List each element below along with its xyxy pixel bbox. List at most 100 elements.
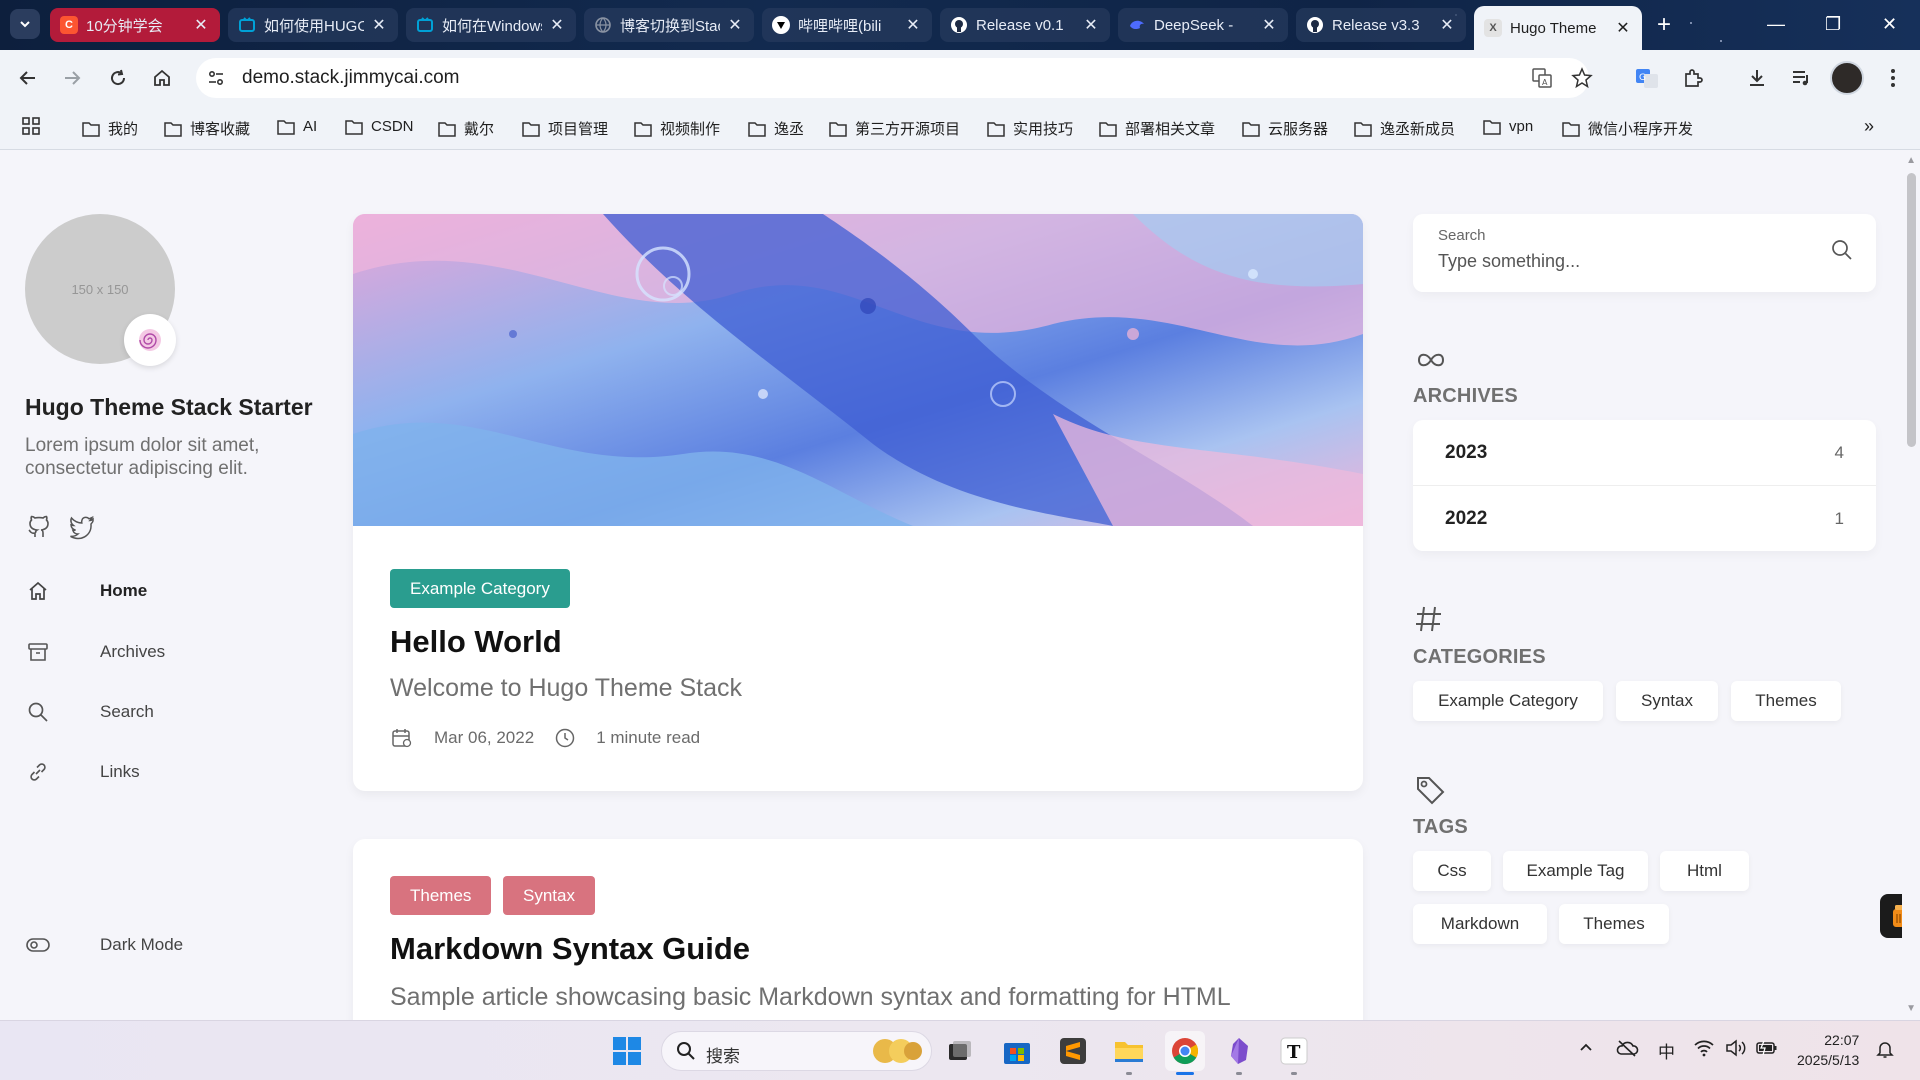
bookmark-item[interactable]: 我的	[82, 118, 138, 139]
tag-chip[interactable]: Markdown	[1413, 904, 1547, 944]
scrollbar-thumb[interactable]	[1907, 173, 1916, 447]
bookmark-item[interactable]: CSDN	[345, 118, 414, 135]
chrome-button[interactable]	[1165, 1031, 1205, 1071]
bookmark-item[interactable]: 第三方开源项目	[829, 118, 960, 139]
chevron-double-right-icon[interactable]: »	[1864, 116, 1874, 137]
bookmark-item[interactable]: AI	[277, 118, 317, 135]
tab-0[interactable]: C 10分钟学会 ✕	[50, 8, 220, 42]
wifi-icon[interactable]	[1693, 1039, 1715, 1057]
bookmark-item[interactable]: 微信小程序开发	[1562, 118, 1693, 139]
system-clock[interactable]: 22:07 2025/5/13	[1797, 1030, 1859, 1070]
menu-item-links[interactable]: Links	[25, 757, 140, 787]
google-translate-extension[interactable]: G	[1634, 65, 1660, 91]
scroll-down-icon[interactable]: ▼	[1906, 1003, 1916, 1014]
twitter-link[interactable]	[68, 513, 98, 543]
close-icon[interactable]: ✕	[1082, 15, 1100, 35]
bookmark-item[interactable]: 博客收藏	[164, 118, 250, 139]
back-button[interactable]	[14, 64, 42, 92]
tag-chip[interactable]: Themes	[1559, 904, 1669, 944]
media-control-button[interactable]	[1788, 65, 1814, 91]
close-icon[interactable]: ✕	[192, 15, 210, 35]
category-badge[interactable]: Example Category	[390, 569, 570, 608]
search-input[interactable]: Type something...	[1438, 251, 1580, 272]
category-chip[interactable]: Syntax	[1616, 681, 1718, 721]
close-icon[interactable]: ✕	[370, 15, 388, 35]
browser-menu-button[interactable]	[1880, 65, 1906, 91]
input-method-indicator[interactable]: 中	[1658, 1038, 1675, 1063]
home-button[interactable]	[148, 64, 176, 92]
bookmark-item[interactable]: 逸丞新成员	[1354, 118, 1455, 139]
file-explorer-button[interactable]	[1111, 1033, 1147, 1069]
bookmark-item[interactable]: 实用技巧	[987, 118, 1073, 139]
forward-button[interactable]	[58, 64, 86, 92]
bookmark-item[interactable]: 戴尔	[438, 118, 494, 139]
tab-1[interactable]: 如何使用HUGO ✕	[228, 8, 398, 42]
bookmark-item[interactable]: 项目管理	[522, 118, 608, 139]
category-chip[interactable]: Themes	[1731, 681, 1841, 721]
github-link[interactable]	[25, 513, 55, 543]
tab-2[interactable]: 如何在Windows ✕	[406, 8, 576, 42]
search-icon[interactable]	[1830, 238, 1854, 262]
profile-avatar[interactable]	[1830, 61, 1864, 95]
tab-3[interactable]: 博客切换到Stack ✕	[584, 8, 754, 42]
start-button[interactable]	[609, 1033, 645, 1069]
category-chip[interactable]: Example Category	[1413, 681, 1603, 721]
address-bar[interactable]: demo.stack.jimmycai.com A	[196, 58, 1593, 98]
site-title[interactable]: Hugo Theme Stack Starter	[25, 394, 313, 421]
bookmark-item[interactable]: 部署相关文章	[1099, 118, 1215, 139]
reload-button[interactable]	[104, 64, 132, 92]
restore-icon[interactable]: ❐	[1825, 14, 1841, 35]
page-scrollbar[interactable]: ▲ ▼	[1902, 151, 1920, 1020]
site-info-icon[interactable]	[206, 68, 226, 88]
post-card-markdown-syntax-guide[interactable]: Themes Syntax Markdown Syntax Guide Samp…	[353, 839, 1363, 1020]
archive-item[interactable]: 2023 4	[1413, 420, 1876, 485]
tab-4[interactable]: 哔哩哔哩(bili ✕	[762, 8, 932, 42]
category-badge[interactable]: Syntax	[503, 876, 595, 915]
extensions-button[interactable]	[1680, 65, 1706, 91]
bookmark-item[interactable]: 视频制作	[634, 118, 720, 139]
new-tab-button[interactable]: +	[1650, 12, 1678, 40]
post-title[interactable]: Hello World	[390, 624, 562, 660]
close-icon[interactable]: ✕	[1614, 18, 1632, 38]
tab-6[interactable]: DeepSeek - ✕	[1118, 8, 1288, 42]
post-card-hello-world[interactable]: Example Category Hello World Welcome to …	[353, 214, 1363, 791]
category-badge[interactable]: Themes	[390, 876, 492, 915]
notification-icon[interactable]	[1875, 1039, 1895, 1059]
archive-item[interactable]: 2022 1	[1413, 486, 1876, 551]
tag-chip[interactable]: Html	[1660, 851, 1749, 891]
onedrive-offline-icon[interactable]	[1615, 1039, 1639, 1057]
post-hero-image[interactable]	[353, 214, 1363, 526]
dark-mode-toggle[interactable]: Dark Mode	[25, 930, 183, 960]
task-view-button[interactable]	[942, 1033, 978, 1069]
minimize-icon[interactable]: —	[1767, 14, 1785, 35]
tag-chip[interactable]: Example Tag	[1503, 851, 1648, 891]
volume-icon[interactable]	[1725, 1039, 1747, 1057]
microsoft-store-button[interactable]	[999, 1033, 1035, 1069]
obsidian-button[interactable]	[1221, 1033, 1257, 1069]
bookmark-item[interactable]: 逸丞	[748, 118, 804, 139]
close-icon[interactable]: ✕	[1260, 15, 1278, 35]
bookmark-item[interactable]: 云服务器	[1242, 118, 1328, 139]
translate-icon[interactable]: A	[1531, 67, 1553, 89]
close-icon[interactable]: ✕	[726, 15, 744, 35]
bookmark-item[interactable]: vpn	[1483, 118, 1533, 135]
close-window-icon[interactable]: ✕	[1882, 14, 1897, 35]
downloads-button[interactable]	[1744, 65, 1770, 91]
close-icon[interactable]: ✕	[1438, 15, 1456, 35]
chevron-up-icon[interactable]	[1578, 1039, 1594, 1055]
menu-item-archives[interactable]: Archives	[25, 637, 165, 667]
battery-charging-icon[interactable]	[1755, 1039, 1779, 1057]
scroll-up-icon[interactable]: ▲	[1906, 155, 1916, 166]
sublime-text-button[interactable]	[1055, 1033, 1091, 1069]
menu-item-home[interactable]: Home	[25, 576, 147, 606]
tab-search-button[interactable]	[10, 9, 40, 39]
star-icon[interactable]	[1571, 67, 1593, 89]
search-widget[interactable]: Search Type something...	[1413, 214, 1876, 292]
tab-8-active[interactable]: X Hugo Theme ✕	[1474, 6, 1642, 50]
tag-chip[interactable]: Css	[1413, 851, 1491, 891]
menu-item-search[interactable]: Search	[25, 697, 154, 727]
url-text[interactable]: demo.stack.jimmycai.com	[242, 67, 460, 89]
post-title[interactable]: Markdown Syntax Guide	[390, 931, 750, 967]
close-icon[interactable]: ✕	[904, 15, 922, 35]
close-icon[interactable]: ✕	[548, 15, 566, 35]
